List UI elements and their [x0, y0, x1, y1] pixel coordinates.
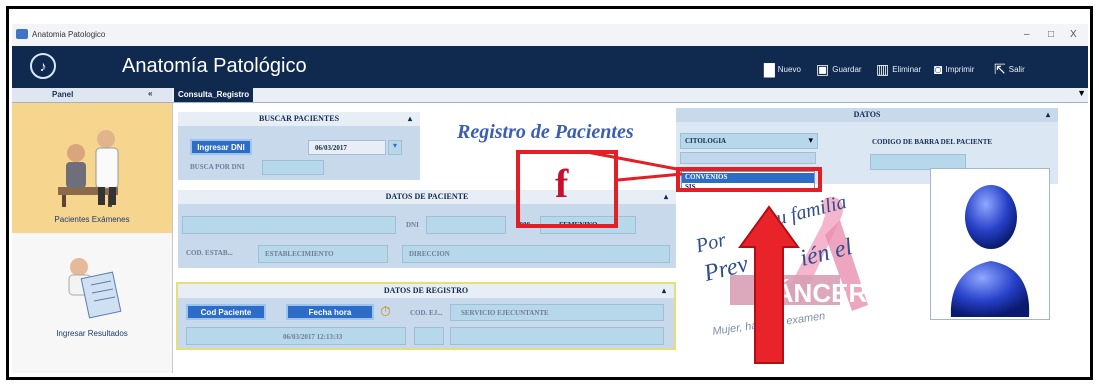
cod-paciente-button[interactable]: Cod Paciente — [186, 304, 266, 320]
toolbar-print-label: Imprimir — [945, 64, 975, 74]
paciente-collapse-icon[interactable]: ▴ — [664, 190, 668, 204]
tab-dropdown-arrow-icon[interactable]: ▼ — [1077, 88, 1086, 98]
datos-collapse-icon[interactable]: ▴ — [1046, 108, 1050, 122]
secondary-select[interactable] — [680, 152, 816, 164]
patient-avatar-frame — [930, 168, 1050, 320]
fecha-hora-button[interactable]: Fecha hora — [286, 304, 374, 320]
red-arrow-icon — [738, 205, 800, 364]
direccion-label: DIRECCION — [409, 250, 450, 258]
toolbar-save-label: Guardar — [832, 65, 862, 74]
toolbar-new-label: Nuevo — [777, 65, 801, 74]
tab-consulta-registro[interactable]: Consulta_Registro — [174, 88, 254, 102]
servicio-label: SERVICIO EJECUNTANTE — [461, 309, 549, 317]
panel-title: Panel — [52, 90, 74, 99]
window-title: Anatomia Patologico — [32, 30, 106, 39]
datos-panel-title: DATOS — [853, 110, 881, 119]
registro-panel-header: DATOS DE REGISTRO ▴ — [178, 284, 674, 298]
buscar-pacientes-panel: BUSCAR PACIENTES ▴ Ingresar DNI 06/03/20… — [178, 112, 420, 180]
minimize-button[interactable]: – — [1024, 29, 1030, 40]
buscar-panel-header: BUSCAR PACIENTES ▴ — [178, 112, 420, 126]
registro-datetime: 06/03/2017 12:13:33 — [283, 333, 343, 341]
establecimiento-field[interactable]: ESTABLECIMIENTO — [258, 245, 388, 263]
dni-field[interactable] — [426, 216, 506, 234]
date-value: 06/03/2017 — [315, 144, 347, 152]
servicio-value-field[interactable] — [450, 327, 664, 345]
sidebar-item-label: Pacientes Exámenes — [54, 215, 130, 224]
close-button[interactable]: X — [1070, 29, 1077, 40]
annotation-letter: f — [555, 161, 569, 206]
doctor-patient-icon — [58, 130, 119, 207]
sidebar-item-label: Ingresar Resultados — [56, 329, 128, 338]
registro-collapse-icon[interactable]: ▴ — [662, 284, 666, 298]
panel-header: Panel « — [12, 88, 172, 102]
buscar-panel-title: BUSCAR PACIENTES — [258, 114, 340, 123]
citologia-select[interactable]: CITOLOGIA ▾ — [680, 133, 818, 149]
app-title: Anatomía Patológico — [122, 55, 307, 77]
toolbar-delete-button[interactable]: ▥ Eliminar — [876, 61, 921, 78]
sidebar: Pacientes Exámenes Ingresar Resultados — [12, 103, 173, 373]
ingresar-dni-button[interactable]: Ingresar DNI — [190, 139, 252, 155]
dni-label: DNI — [406, 221, 419, 229]
paciente-panel-title: DATOS DE PACIENTE — [385, 192, 469, 201]
window-titlebar: Anatomia Patologico – □ X — [12, 24, 1088, 46]
date-dropdown-icon[interactable]: ▾ — [388, 140, 402, 155]
annotation-connector — [575, 150, 683, 182]
direccion-field[interactable]: DIRECCION — [402, 245, 670, 263]
registro-panel-title: DATOS DE REGISTRO — [383, 286, 469, 295]
app-logo-icon: ♪ — [30, 53, 56, 79]
establecimiento-label: ESTABLECIMIENTO — [265, 250, 334, 258]
toolbar-exit-button[interactable]: ⇱ Salir — [994, 61, 1025, 78]
datos-panel-header: DATOS ▴ — [676, 108, 1058, 122]
toolbar-delete-label: Eliminar — [892, 65, 922, 74]
servicio-field[interactable]: SERVICIO EJECUNTANTE — [450, 304, 664, 321]
annotation-box-dropdown — [676, 167, 822, 192]
datos-registro-panel: DATOS DE REGISTRO ▴ Cod Paciente Fecha h… — [176, 282, 676, 350]
tab-bar: Panel « Consulta_Registro ▼ — [12, 88, 1088, 103]
buscar-collapse-icon[interactable]: ▴ — [408, 112, 412, 126]
toolbar-save-button[interactable]: ▣ Guardar — [816, 61, 862, 78]
toolbar-print-button[interactable]: ◙ Imprimir — [934, 61, 974, 77]
registro-detail-field[interactable]: 06/03/2017 12:13:33 — [186, 327, 406, 345]
save-icon: ▣ — [816, 61, 830, 77]
panel-collapse-button[interactable]: « — [148, 89, 152, 98]
new-document-icon: ▇ — [764, 61, 775, 77]
clipboard-icon — [68, 258, 122, 319]
app-header: ♪ Anatomía Patológico ▇ Nuevo ▣ Guardar … — [12, 46, 1088, 88]
select-arrow-icon[interactable]: ▾ — [808, 135, 813, 146]
citologia-select-value: CITOLOGIA — [685, 137, 727, 145]
avatar-silhouette-icon — [950, 185, 1030, 317]
dni-search-input[interactable] — [262, 160, 324, 175]
cod-estab-label: COD. ESTAB... — [186, 249, 233, 257]
patient-name-field[interactable] — [182, 216, 396, 234]
cod-ej-field[interactable] — [414, 327, 444, 345]
toolbar-exit-label: Salir — [1008, 65, 1025, 74]
toolbar-new-button[interactable]: ▇ Nuevo — [764, 61, 801, 78]
maximize-button[interactable]: □ — [1048, 29, 1054, 40]
date-picker[interactable]: 06/03/2017 — [308, 140, 386, 155]
stopwatch-icon[interactable]: ⏱ — [380, 303, 391, 320]
busca-dni-label: BUSCA POR DNI — [190, 163, 245, 171]
print-icon: ◙ — [934, 61, 943, 77]
cod-ej-label: COD. EJ... — [410, 309, 443, 317]
app-window-icon — [16, 29, 28, 39]
sidebar-item-pacientes[interactable]: Pacientes Exámenes — [12, 103, 172, 233]
codigo-barra-label: CODIGO DE BARRA DEL PACIENTE — [872, 138, 993, 146]
exit-icon: ⇱ — [994, 61, 1006, 77]
sidebar-item-resultados[interactable]: Ingresar Resultados — [12, 243, 172, 368]
delete-icon: ▥ — [876, 61, 890, 77]
page-heading: Registro de Pacientes — [457, 121, 634, 143]
